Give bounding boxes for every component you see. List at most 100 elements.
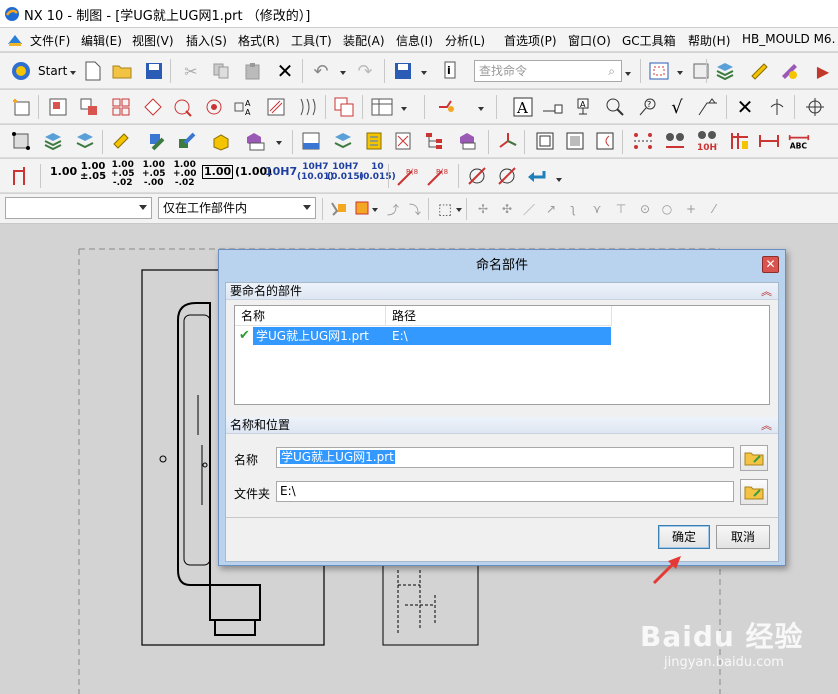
tol-basic-label[interactable]: 1.00 [202,165,234,179]
new-file-icon[interactable] [82,60,104,82]
rectangle-select-icon[interactable]: ⬚ [434,198,456,220]
type-filter-select[interactable] [5,197,152,219]
command-search-input[interactable]: 查找命令 ⌕ [474,60,622,82]
radius-dimension-icon[interactable]: R(8) [396,165,418,187]
undo-icon[interactable]: ↶ [310,60,332,82]
cancel-button[interactable]: 取消 [716,525,770,549]
show-hide-icon[interactable] [778,60,800,82]
menu-view[interactable]: 视图(V) [132,32,174,49]
tol-lower-label[interactable]: 1.00 +.00 -.02 [173,161,196,188]
edit-object-display-icon[interactable] [748,60,770,82]
view-dropdown-icon[interactable] [677,71,683,75]
selection-scope-select[interactable]: 仅在工作部件内 [158,197,316,219]
leader-icon[interactable] [541,96,563,118]
start-label[interactable]: Start [38,65,67,77]
feature-control-icon[interactable]: ? [637,96,659,118]
rectangle-dropdown-icon[interactable] [456,208,462,212]
display-mode-icon[interactable] [690,60,712,82]
open-folder-icon[interactable] [111,60,133,82]
save-icon[interactable] [143,60,165,82]
collapse-icon[interactable]: ︽ [761,283,772,300]
menu-help[interactable]: 帮助(H) [688,32,730,49]
abc-label-icon[interactable]: ABC [788,130,810,152]
save-dropdown-icon[interactable] [421,71,427,75]
note-icon[interactable]: A [512,96,534,118]
tol-upper-label[interactable]: 1.00 +.05 -.00 [142,161,165,188]
snap-control-icon[interactable]: ↗ [540,198,562,220]
layer-category-icon[interactable] [74,130,96,152]
information-icon[interactable]: i [440,60,462,82]
chain-select-icon[interactable]: ⤴ [382,198,404,220]
browse-folder-button[interactable] [740,479,768,505]
zone-icon[interactable] [564,130,586,152]
break-out-icon[interactable] [203,96,225,118]
view-style-icon[interactable] [300,130,322,152]
display-text-icon[interactable] [244,130,266,152]
bolt-circle-icon[interactable] [632,130,654,152]
intersection-symbol-icon[interactable]: ✕ [734,95,756,119]
next-toolbar-icon[interactable]: ▶ [812,60,834,82]
wcs-icon[interactable] [498,130,520,152]
symbol-icon[interactable] [436,96,458,118]
snap-arc-center-icon[interactable]: ⊤ [610,198,632,220]
selection-filter-icon[interactable] [328,198,350,220]
section-view-icon[interactable] [142,96,164,118]
dimension-style-icon[interactable] [10,165,32,187]
parts-list[interactable]: 名称 路径 ✔ 学UG就上UG网1.prt E:\ [234,305,770,405]
menu-insert[interactable]: 插入(S) [186,32,227,49]
copy-icon[interactable] [210,60,232,82]
transparency-icon[interactable] [176,130,198,152]
object-color-icon[interactable] [146,130,168,152]
menu-file[interactable]: 文件(F) [30,32,70,49]
weld-symbol-icon[interactable] [697,96,719,118]
collapse-icon[interactable]: ︽ [761,417,772,434]
table-dropdown-icon[interactable] [401,107,407,111]
delete-icon[interactable]: ✕ [274,60,296,82]
centerline-icon[interactable] [804,96,826,118]
title-block-icon[interactable] [594,130,616,152]
table-icon[interactable] [371,96,393,118]
menu-edit[interactable]: 编辑(E) [81,32,122,49]
drawing-layers-icon[interactable] [332,130,354,152]
folder-field[interactable]: E:\ [276,481,734,502]
snap-point-icon[interactable]: + [680,198,702,220]
menu-tools[interactable]: 工具(T) [291,32,332,49]
menu-assembly[interactable]: 装配(A) [343,32,385,49]
tolerance-dropdown-icon[interactable] [556,178,562,182]
redo-icon[interactable]: ↷ [354,60,376,82]
snap-endpoint-icon[interactable]: ✢ [472,198,494,220]
snap-curve-icon[interactable]: ʅ [562,198,584,220]
break-line-icon[interactable] [297,96,319,118]
start-icon[interactable] [10,60,32,82]
menu-hb-mould[interactable]: HB_MOULD M6. [742,32,835,46]
search-dropdown-icon[interactable] [625,72,631,76]
undo-dropdown-icon[interactable] [340,71,346,75]
close-icon[interactable]: ✕ [762,256,779,273]
menu-gc-toolbox[interactable]: GC工具箱 [622,32,676,49]
view-layout-icon[interactable] [110,96,132,118]
menu-analysis[interactable]: 分析(L) [445,32,485,49]
tol-none-label[interactable]: 1.00 [50,166,77,177]
datum-feature-icon[interactable]: A [572,96,594,118]
tol-bilateral-label[interactable]: 1.00 +.05 -.02 [111,161,134,188]
section-parts-to-rename[interactable]: 要命名的部件 ︽ [226,283,778,300]
part-navigator-icon[interactable] [392,130,414,152]
menu-preferences[interactable]: 首选项(P) [504,32,557,49]
start-dropdown-icon[interactable] [70,71,76,75]
column-header-path[interactable]: 路径 [386,306,612,326]
symbol-dropdown-icon[interactable] [478,107,484,111]
tol-equal-label[interactable]: 1.00 ±.05 [80,162,106,182]
snap-midpoint-icon[interactable]: ✣ [496,198,518,220]
snap-on-curve-icon[interactable]: ⁄ [703,198,725,220]
browse-name-button[interactable] [740,445,768,471]
radius-to-center-icon[interactable]: R(8) [426,165,448,187]
snap-intersection-icon[interactable]: ⋎ [586,198,608,220]
snap-quadrant-icon[interactable]: ○ [656,198,678,220]
assembly-tree-icon[interactable] [423,130,445,152]
name-field[interactable]: 学UG就上UG网1.prt [276,447,734,468]
target-point-icon[interactable] [766,96,788,118]
datum-target-icon[interactable] [604,96,626,118]
surface-finish-icon[interactable]: √ [666,96,688,118]
layer-icon[interactable] [42,130,64,152]
save-as-icon[interactable] [392,60,414,82]
